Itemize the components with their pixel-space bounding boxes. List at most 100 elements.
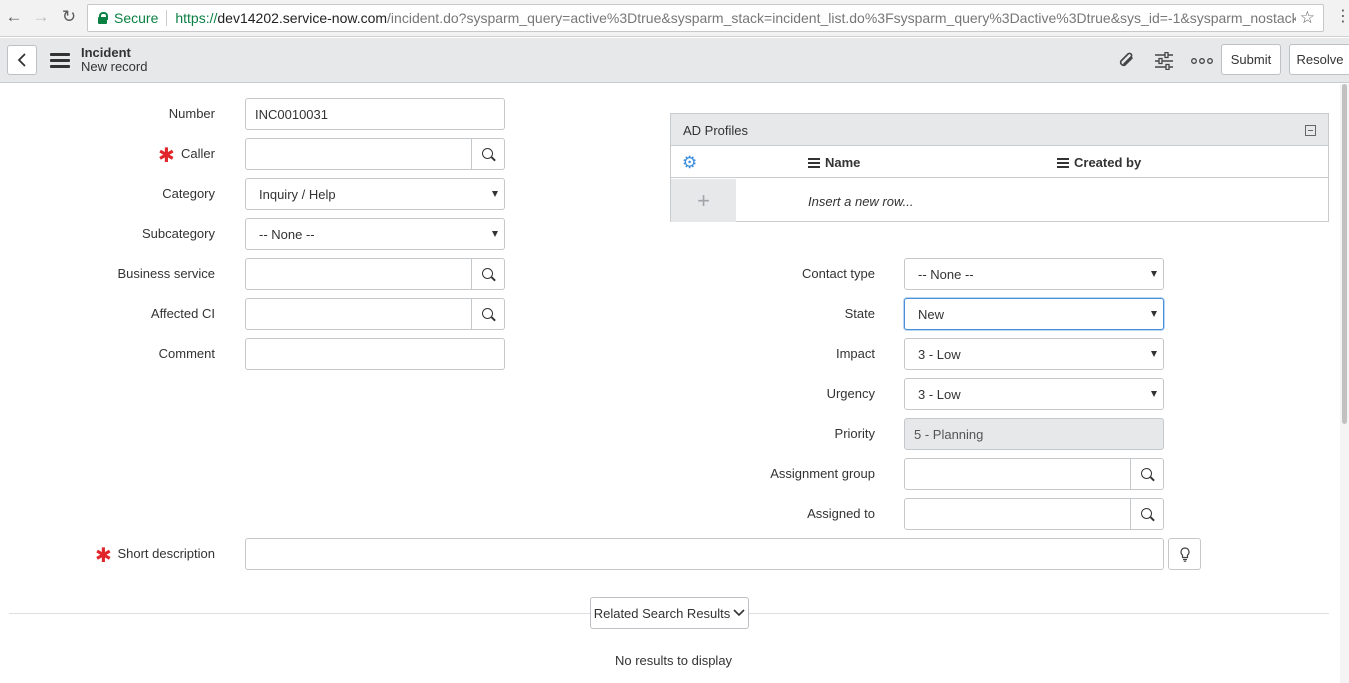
assignment-group-input[interactable] xyxy=(904,458,1131,490)
chevron-down-icon xyxy=(1151,391,1157,397)
address-bar[interactable]: Secure https://dev14202.service-now.com /… xyxy=(87,4,1324,32)
affected-ci-lookup-button[interactable] xyxy=(472,298,505,330)
short-description-field[interactable] xyxy=(245,538,1164,570)
form-title: Incident New record xyxy=(81,46,147,74)
insert-row-text[interactable]: Insert a new row... xyxy=(808,194,914,209)
comment-label: Comment xyxy=(158,346,215,361)
ad-profiles-panel: AD Profiles ⚙ Name Created by + Insert a… xyxy=(670,113,1329,222)
impact-value: 3 - Low xyxy=(918,346,961,362)
column-name[interactable]: Name xyxy=(808,155,860,170)
priority-value: 5 - Planning xyxy=(914,426,984,442)
divider xyxy=(166,10,168,26)
collapse-icon[interactable] xyxy=(1305,125,1316,136)
category-select[interactable]: Inquiry / Help xyxy=(245,178,505,210)
back-button[interactable] xyxy=(7,45,37,75)
urgency-value: 3 - Low xyxy=(918,386,961,402)
insert-row[interactable]: + Insert a new row... xyxy=(671,179,1328,222)
number-label: Number xyxy=(168,106,215,121)
assigned-to-field[interactable] xyxy=(904,498,1164,530)
column-menu-icon[interactable] xyxy=(808,157,820,168)
sliders-icon[interactable] xyxy=(1153,50,1175,72)
assignment-group-lookup-button[interactable] xyxy=(1131,458,1164,490)
caller-label: Caller xyxy=(181,146,215,161)
scrollbar-thumb[interactable] xyxy=(1342,84,1347,424)
chevron-down-icon xyxy=(733,609,745,617)
chevron-down-icon xyxy=(492,191,498,197)
impact-select[interactable]: 3 - Low xyxy=(904,338,1164,370)
affected-ci-input[interactable] xyxy=(245,298,472,330)
caller-lookup-button[interactable] xyxy=(472,138,505,170)
column-created-by[interactable]: Created by xyxy=(1057,155,1141,170)
paperclip-icon[interactable] xyxy=(1116,50,1138,72)
submit-button[interactable]: Submit xyxy=(1221,44,1281,75)
secure-label: Secure xyxy=(114,10,159,26)
reload-icon[interactable]: ↻ xyxy=(58,6,80,28)
affected-ci-field[interactable] xyxy=(245,298,505,330)
number-field[interactable]: INC0010031 xyxy=(245,98,505,130)
contact-type-select[interactable]: -- None -- xyxy=(904,258,1164,290)
number-value: INC0010031 xyxy=(255,106,328,122)
plus-icon[interactable]: + xyxy=(671,179,736,222)
caller-input[interactable] xyxy=(245,138,472,170)
star-icon[interactable]: ☆ xyxy=(1295,8,1315,28)
category-value: Inquiry / Help xyxy=(259,186,336,202)
related-search-results-label: Related Search Results xyxy=(593,605,731,621)
chevron-down-icon xyxy=(1151,311,1157,317)
hamburger-icon[interactable] xyxy=(50,53,70,69)
priority-field: 5 - Planning xyxy=(904,418,1164,450)
search-icon xyxy=(481,267,493,279)
lock-icon xyxy=(97,12,108,24)
search-icon xyxy=(1140,507,1152,519)
business-service-field[interactable] xyxy=(245,258,505,290)
search-icon xyxy=(481,307,493,319)
related-search-results-button[interactable]: Related Search Results xyxy=(590,597,749,629)
more-icon[interactable] xyxy=(1190,50,1214,72)
url-path: /incident.do?sysparm_query=active%3Dtrue… xyxy=(387,10,1311,26)
chevron-down-icon xyxy=(1151,351,1157,357)
page-title: Incident xyxy=(81,45,131,60)
state-select[interactable]: New xyxy=(904,298,1164,330)
lightbulb-button[interactable] xyxy=(1168,538,1201,570)
priority-label: Priority xyxy=(834,426,875,441)
ad-profiles-header: AD Profiles xyxy=(671,114,1328,146)
state-value: New xyxy=(918,306,945,322)
assignment-group-field[interactable] xyxy=(904,458,1164,490)
url-host: dev14202.service-now.com xyxy=(217,10,388,26)
assigned-to-input[interactable] xyxy=(904,498,1131,530)
search-icon xyxy=(481,147,493,159)
resolve-button[interactable]: Resolve xyxy=(1289,44,1349,75)
business-service-label: Business service xyxy=(117,266,215,281)
category-label: Category xyxy=(162,186,215,201)
caller-field[interactable] xyxy=(245,138,505,170)
subcategory-label: Subcategory xyxy=(142,226,215,241)
chevron-down-icon xyxy=(492,231,498,237)
comment-field[interactable] xyxy=(245,338,505,370)
urgency-select[interactable]: 3 - Low xyxy=(904,378,1164,410)
contact-type-label: Contact type xyxy=(802,266,875,281)
browser-toolbar: ← → ↻ Secure https://dev14202.service-no… xyxy=(0,0,1349,37)
chevron-left-icon xyxy=(17,53,26,67)
gear-icon[interactable]: ⚙ xyxy=(682,154,699,171)
assignment-group-label: Assignment group xyxy=(770,466,875,481)
business-service-lookup-button[interactable] xyxy=(472,258,505,290)
assigned-to-lookup-button[interactable] xyxy=(1131,498,1164,530)
form-header: Incident New record Submit Resolve xyxy=(0,38,1349,83)
column-name-label: Name xyxy=(825,155,861,170)
assigned-to-label: Assigned to xyxy=(807,506,875,521)
column-created-by-label: Created by xyxy=(1074,155,1142,170)
page-subtitle: New record xyxy=(81,59,148,74)
ad-profiles-column-header: ⚙ Name Created by xyxy=(671,146,1328,178)
column-menu-icon[interactable] xyxy=(1057,157,1069,168)
subcategory-select[interactable]: -- None -- xyxy=(245,218,505,250)
contact-type-value: -- None -- xyxy=(918,266,974,282)
back-icon[interactable]: ← xyxy=(3,6,25,28)
ad-profiles-title: AD Profiles xyxy=(683,123,749,138)
urgency-label: Urgency xyxy=(826,386,875,401)
state-label: State xyxy=(844,306,875,321)
chevron-down-icon xyxy=(1151,271,1157,277)
scrollbar[interactable] xyxy=(1340,84,1349,683)
business-service-input[interactable] xyxy=(245,258,472,290)
forward-icon[interactable]: → xyxy=(30,6,52,28)
menu-icon[interactable]: ⋮ xyxy=(1335,7,1349,27)
no-results-text: No results to display xyxy=(615,653,733,668)
